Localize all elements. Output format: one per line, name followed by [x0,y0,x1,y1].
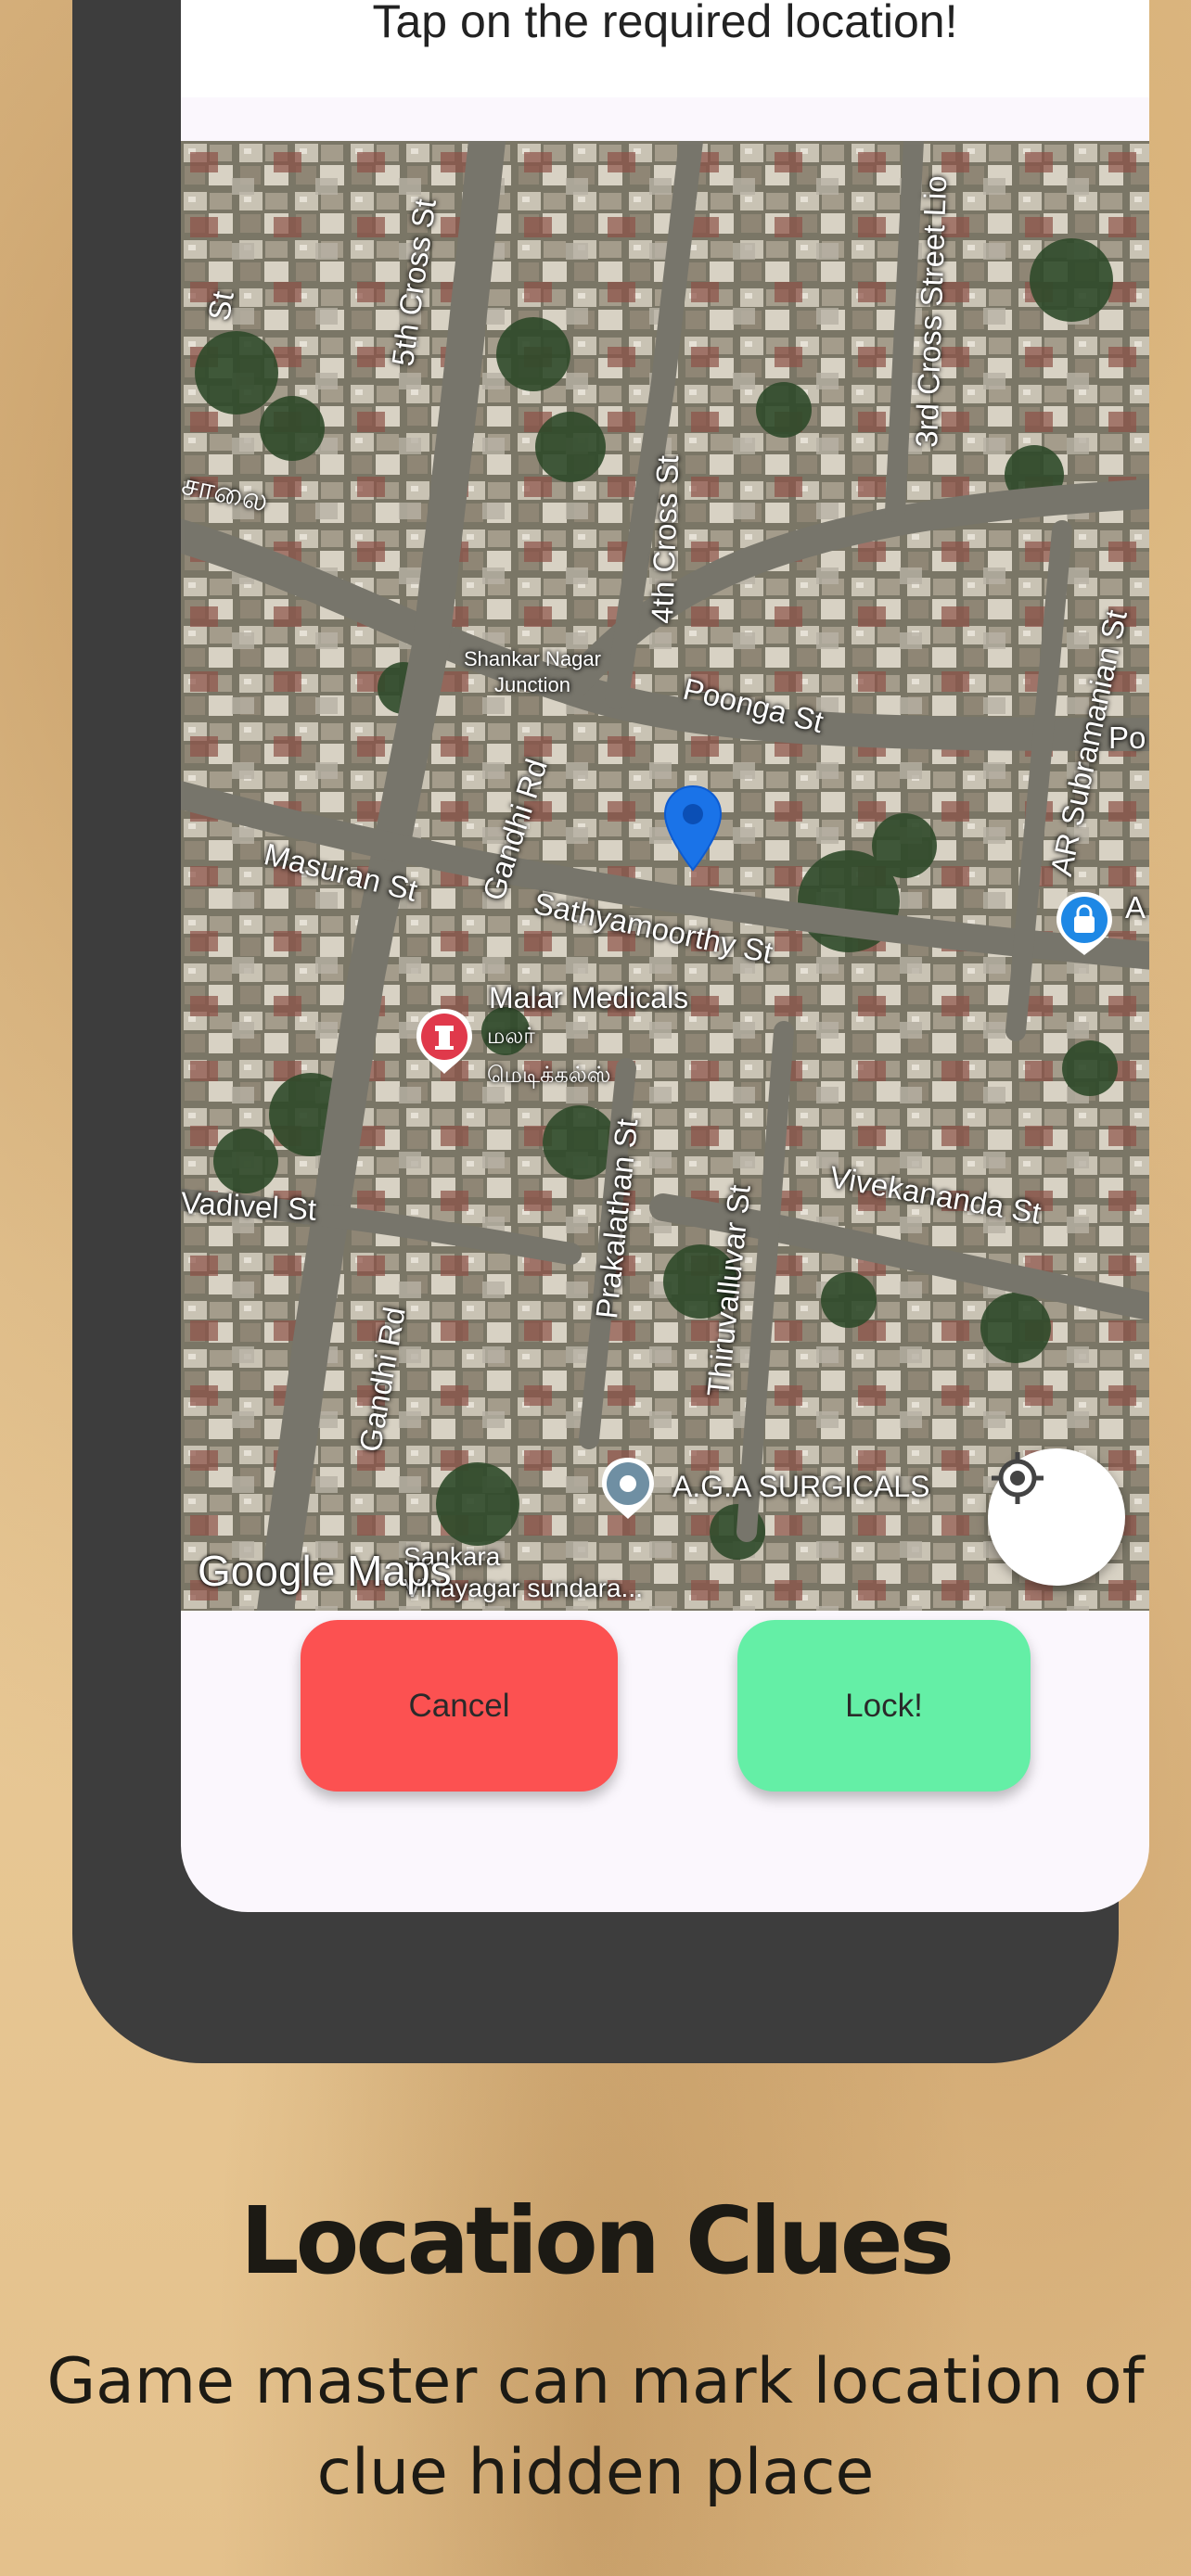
street-label: A [1125,890,1146,925]
junction-label: Shankar Nagar Junction [464,647,601,696]
location-pin-icon[interactable] [663,784,723,874]
street-label: Po [1108,721,1146,755]
google-maps-attribution: Google Maps [198,1547,452,1595]
street-label: 4th Cross St [645,454,685,625]
poi-label: மெடிக்கல்ஸ் [487,1063,611,1088]
pharmacy-icon[interactable] [415,1007,474,1076]
phone-frame: Tap on the required location! 5th Cross … [72,0,1149,2063]
street-label: St [201,288,240,324]
place-icon[interactable] [600,1456,656,1521]
poi-label: மலர் [487,1024,535,1049]
page-title: Tap on the required location! [181,0,1149,97]
shopping-bag-icon[interactable] [1055,890,1114,957]
map-view[interactable]: 5th Cross St 4th Cross St 3rd Cross Stre… [181,141,1149,1611]
poi-label: Malar Medicals [489,981,689,1014]
promo-headline: Location Clues [239,2187,954,2295]
poi-label: A.G.A SURGICALS [672,1470,930,1503]
lock-button[interactable]: Lock! [737,1620,1031,1792]
app-screen: Tap on the required location! 5th Cross … [181,0,1149,1912]
promo-subline: Game master can mark location of clue hi… [46,2345,1145,2509]
street-label: Vadivel St [181,1185,318,1227]
my-location-button[interactable] [988,1448,1125,1586]
cancel-button[interactable]: Cancel [301,1620,618,1792]
